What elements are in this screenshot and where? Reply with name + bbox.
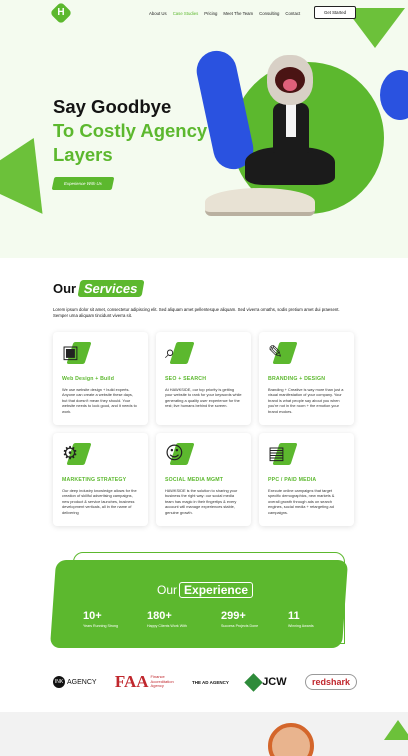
decorative-blob — [380, 70, 408, 120]
experience-heading-tag: Experience — [179, 582, 254, 598]
experience-heading: Our Experience — [157, 582, 254, 598]
logo-letter: H — [57, 7, 65, 18]
brand-logo[interactable]: H — [49, 1, 73, 25]
stat-clients: 180+ Happy Clients Work With — [147, 610, 187, 628]
decorative-triangle — [384, 720, 408, 740]
experience-section: Our Experience 10+ Years Running Strong … — [49, 552, 349, 660]
ink-circle-icon: INK — [53, 676, 65, 688]
services-heading-tag: Services — [77, 280, 145, 297]
ppc-paid-media-icon: ▤ — [268, 442, 298, 468]
ink-agency-logo: INK AGENCY — [53, 676, 97, 688]
testimonial-section — [0, 712, 408, 756]
experience-panel — [49, 560, 349, 648]
service-card-text: Execute online campaigns that target spe… — [268, 488, 335, 515]
service-card-seo[interactable]: ⌕ SEO + SEARCH At HAWKSIDE, our top prio… — [156, 332, 251, 425]
stat-label: Winning Awards — [288, 624, 314, 628]
nav-item-pricing[interactable]: Pricing — [204, 11, 217, 16]
services-heading: Our Services — [53, 280, 145, 297]
stat-projects: 299+ Success Projects Done — [221, 610, 258, 628]
stat-awards: 11 Winning Awards — [288, 610, 314, 628]
hero-title-line2: To Costly Agency — [53, 120, 208, 141]
stat-label: Years Running Strong — [83, 624, 119, 628]
service-card-marketing[interactable]: ⚙ MARKETING STRATEGY Our deep industry k… — [53, 433, 148, 526]
client-logos: INK AGENCY FAA Finance Accreditation Agenc… — [53, 670, 357, 694]
stat-number: 10+ — [83, 610, 102, 622]
faa-logo: FAA Finance Accreditation Agency — [114, 672, 174, 691]
services-heading-plain: Our — [53, 281, 77, 296]
service-card-web-design[interactable]: ▣ Web Design + Build We use website desi… — [53, 332, 148, 425]
jcw-diamond-icon — [244, 672, 263, 692]
stat-number: 11 — [288, 610, 300, 622]
service-card-branding[interactable]: ✎ BRANDING + DESIGN Branding + Creative … — [259, 332, 354, 425]
service-card-title: SEO + SEARCH — [165, 376, 207, 382]
service-card-text: We use website design + build experts. A… — [62, 387, 137, 414]
hero-figure-image — [245, 55, 335, 200]
services-intro: Lorem ipsum dolor sit amet, consectetur … — [53, 307, 340, 319]
nav-item-case-studies[interactable]: Case Studies — [173, 11, 199, 16]
service-card-text: Our deep industry knowledge allows for t… — [62, 488, 137, 515]
web-design-icon: ▣ — [62, 341, 92, 367]
figure-torso — [273, 103, 309, 153]
experience-with-us-button[interactable]: Experience With Us — [51, 177, 115, 190]
service-card-title: BRANDING + DESIGN — [268, 376, 326, 382]
nav-item-consulting[interactable]: Consulting — [259, 11, 279, 16]
service-card-text: Branding + Creative is way more than jus… — [268, 387, 344, 414]
stat-number: 180+ — [147, 610, 172, 622]
experience-heading-plain: Our — [157, 583, 178, 597]
ad-agency-logo: THE AD AGENCY — [191, 679, 229, 685]
nav-item-contact[interactable]: Contact — [285, 11, 300, 16]
seo-search-icon: ⌕ — [165, 341, 195, 367]
stat-years: 10+ Years Running Strong — [83, 610, 118, 628]
social-media-icon: ☺ — [165, 442, 195, 468]
service-card-title: Web Design + Build — [62, 376, 115, 382]
service-card-title: SOCIAL MEDIA MGMT — [165, 477, 224, 483]
service-card-ppc[interactable]: ▤ PPC / PAID MEDIA Execute online campai… — [259, 433, 354, 526]
hero-title-line1: Say Goodbye — [53, 96, 172, 117]
stat-label: Success Projects Done — [221, 624, 259, 628]
service-card-title: PPC / PAID MEDIA — [268, 477, 317, 483]
service-card-social[interactable]: ☺ SOCIAL MEDIA MGMT HAWKSIDE is the solu… — [156, 433, 251, 526]
hero-title-line3: Layers — [53, 144, 113, 165]
branding-design-icon: ✎ — [268, 341, 298, 367]
marketing-strategy-icon: ⚙ — [62, 442, 92, 468]
main-nav: About Us Case Studies Pricing Meet The T… — [149, 11, 300, 16]
service-card-text: HAWKSIDE is the solution to sharing your… — [165, 488, 238, 515]
stat-number: 299+ — [221, 610, 246, 622]
figure-mouth-head — [267, 55, 313, 105]
hero-section: H About Us Case Studies Pricing Meet The… — [0, 0, 408, 258]
nav-item-about[interactable]: About Us — [149, 11, 167, 16]
jcw-logo: JCW — [244, 672, 287, 692]
stat-label: Happy Clients Work With — [147, 624, 187, 628]
redshark-logo: redshark — [304, 674, 357, 690]
service-card-text: At HAWKSIDE, our top priority is getting… — [165, 387, 242, 409]
get-started-button[interactable]: Get Started — [314, 6, 356, 19]
nav-item-team[interactable]: Meet The Team — [223, 11, 253, 16]
service-card-title: MARKETING STRATEGY — [62, 477, 127, 483]
